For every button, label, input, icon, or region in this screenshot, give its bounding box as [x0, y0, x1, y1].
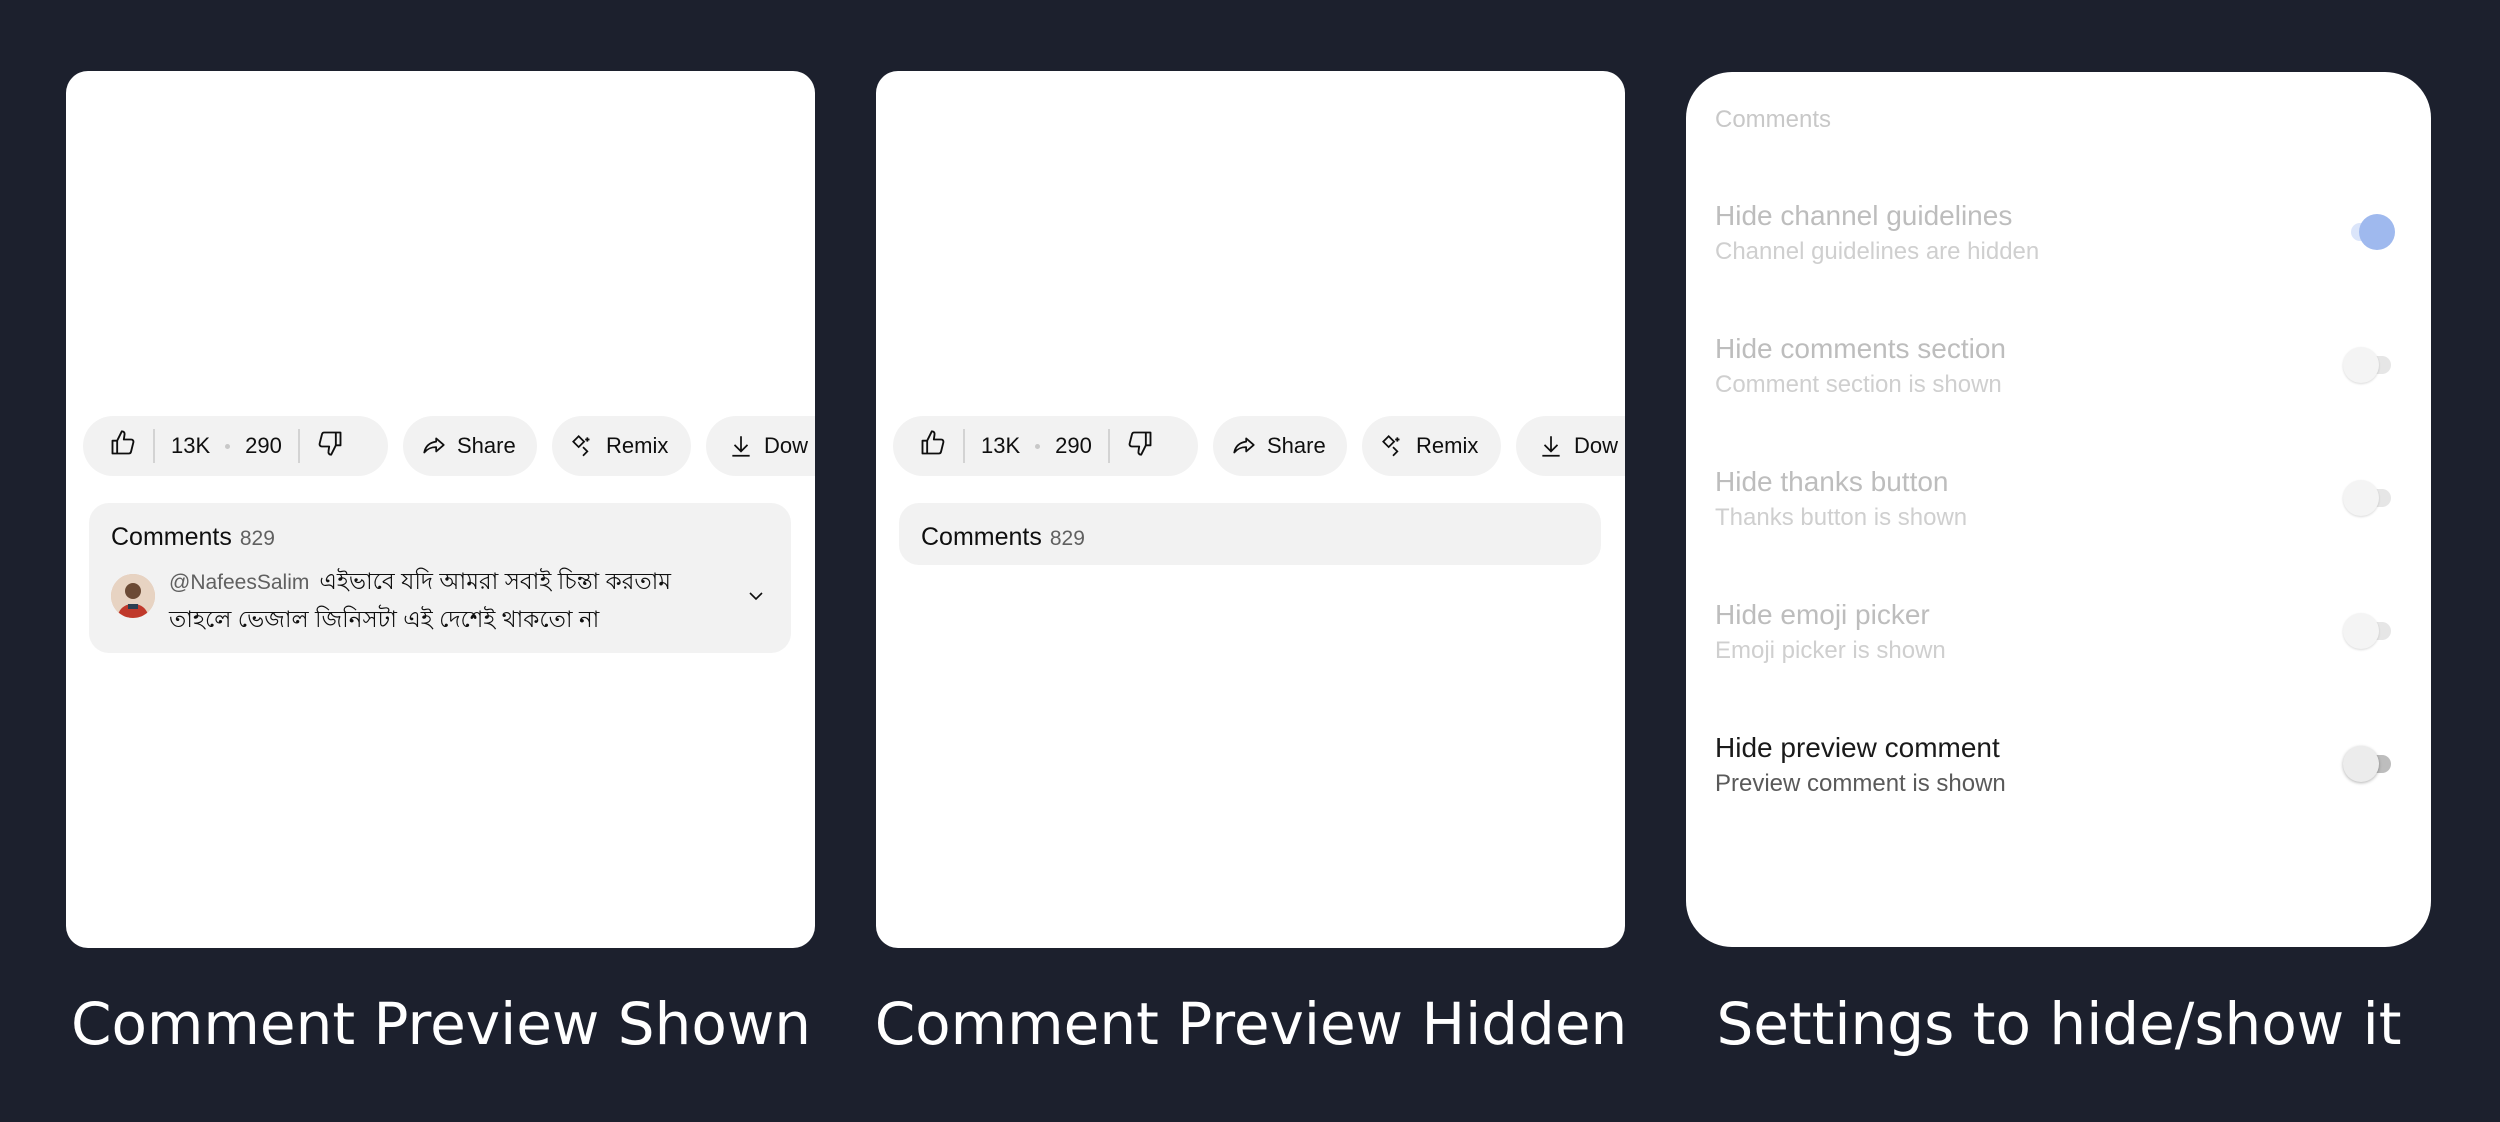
share-label: Share	[457, 433, 516, 458]
action-bar: 13K 290 Share Remix Dow	[83, 416, 815, 476]
dislike-count[interactable]: 290	[245, 433, 282, 459]
setting-title: Hide thanks button	[1715, 466, 1949, 497]
like-dislike-group: 13K 290	[893, 416, 1198, 476]
remix-icon	[570, 433, 596, 459]
comment-preview-shown-panel: 13K 290 Share Remix Dow Comments 829 @Na…	[66, 71, 815, 948]
like-dislike-group: 13K 290	[83, 416, 388, 476]
comments-header: Comments 829	[921, 523, 1085, 552]
chevron-down-icon[interactable]	[747, 589, 765, 607]
download-button[interactable]: Dow	[706, 416, 815, 476]
separator	[1107, 429, 1110, 463]
like-count[interactable]: 13K	[171, 433, 210, 459]
download-button[interactable]: Dow	[1516, 416, 1625, 476]
toggle-switch[interactable]	[2343, 746, 2395, 782]
toggle-switch[interactable]	[2343, 347, 2395, 383]
share-icon	[1231, 433, 1257, 459]
comments-section[interactable]: Comments 829 @NafeesSalim এইভাবে যদি আমরা…	[89, 503, 791, 653]
dislike-icon[interactable]	[1126, 429, 1154, 463]
settings-category-title: Comments	[1715, 106, 1832, 133]
dislike-count[interactable]: 290	[1055, 433, 1092, 459]
setting-title: Hide preview comment	[1715, 732, 2000, 763]
dot-separator	[225, 443, 231, 449]
comments-title: Comments	[921, 523, 1042, 551]
caption-settings: Settings to hide/show it	[1716, 990, 2402, 1058]
comment-text-line2: তাহলে ভেজাল জিনিসটা এই দেশেই থাকতো না	[169, 606, 600, 632]
download-label: Dow	[764, 433, 809, 458]
like-icon[interactable]	[109, 429, 137, 463]
share-icon	[421, 433, 447, 459]
setting-title: Hide emoji picker	[1715, 599, 1930, 630]
comment-preview-hidden-panel: 13K 290 Share Remix Dow Comments 829	[876, 71, 1625, 948]
preview-comment: @NafeesSalim এইভাবে যদি আমরা সবাই চিন্তা …	[169, 563, 729, 637]
comments-count: 829	[239, 527, 275, 550]
like-count[interactable]: 13K	[981, 433, 1020, 459]
action-bar: 13K 290 Share Remix Dow	[893, 416, 1625, 476]
comment-text-line1: এইভাবে যদি আমরা সবাই চিন্তা করতাম	[319, 568, 672, 594]
separator	[153, 429, 155, 463]
setting-hide-emoji-picker[interactable]: Hide emoji picker Emoji picker is shown	[1715, 599, 2395, 679]
separator	[963, 429, 965, 463]
comments-title: Comments	[111, 523, 232, 551]
share-label: Share	[1267, 433, 1326, 458]
remix-button[interactable]: Remix	[1362, 416, 1501, 476]
settings-panel: Comments Hide channel guidelines Channel…	[1686, 72, 2431, 947]
toggle-switch[interactable]	[2343, 480, 2395, 516]
setting-hide-thanks-button[interactable]: Hide thanks button Thanks button is show…	[1715, 466, 2395, 546]
setting-hide-comments-section[interactable]: Hide comments section Comment section is…	[1715, 333, 2395, 413]
setting-subtitle: Emoji picker is shown	[1715, 637, 1946, 664]
avatar[interactable]	[111, 574, 155, 618]
caption-preview-shown: Comment Preview Shown	[70, 990, 812, 1058]
like-icon[interactable]	[919, 429, 947, 463]
remix-button[interactable]: Remix	[552, 416, 691, 476]
remix-icon	[1380, 433, 1406, 459]
setting-title: Hide comments section	[1715, 333, 2007, 364]
dot-separator	[1035, 443, 1041, 449]
setting-subtitle: Channel guidelines are hidden	[1715, 238, 2040, 265]
dislike-icon[interactable]	[316, 429, 344, 463]
separator	[297, 429, 300, 463]
toggle-switch[interactable]	[2343, 613, 2395, 649]
caption-preview-hidden: Comment Preview Hidden	[874, 990, 1628, 1058]
setting-title: Hide channel guidelines	[1715, 200, 2013, 231]
download-icon	[728, 433, 754, 459]
setting-hide-preview-comment[interactable]: Hide preview comment Preview comment is …	[1715, 732, 2395, 812]
comments-section[interactable]: Comments 829	[899, 503, 1601, 565]
download-icon	[1538, 433, 1564, 459]
download-label: Dow	[1574, 433, 1619, 458]
setting-hide-channel-guidelines[interactable]: Hide channel guidelines Channel guidelin…	[1715, 200, 2395, 280]
setting-subtitle: Thanks button is shown	[1715, 504, 1968, 531]
setting-subtitle: Comment section is shown	[1715, 371, 2002, 398]
remix-label: Remix	[1416, 433, 1479, 458]
remix-label: Remix	[606, 433, 669, 458]
toggle-switch[interactable]	[2343, 214, 2395, 250]
share-button[interactable]: Share	[1213, 416, 1347, 476]
comments-count: 829	[1049, 527, 1085, 550]
comments-header: Comments 829	[111, 523, 275, 552]
share-button[interactable]: Share	[403, 416, 537, 476]
setting-subtitle: Preview comment is shown	[1715, 770, 2006, 797]
comment-username[interactable]: @NafeesSalim	[169, 571, 309, 594]
